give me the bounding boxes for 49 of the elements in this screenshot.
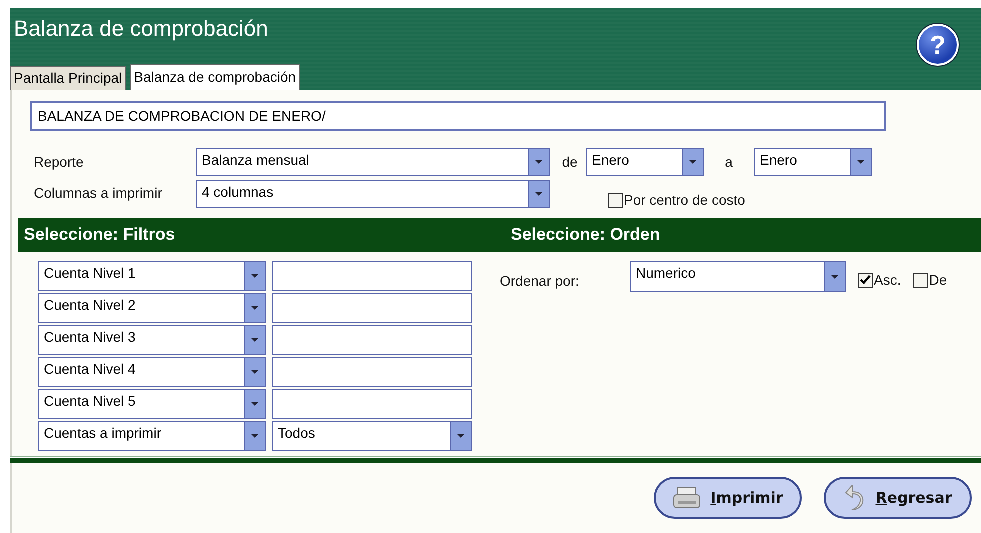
dropdown[interactable]: Balanza mensual (196, 148, 550, 176)
filter-dropdown[interactable]: Cuenta Nivel 3 (38, 325, 266, 355)
section-title: Seleccione: Filtros (23, 225, 176, 245)
columns-label: Columnas a imprimir (34, 184, 164, 201)
filter-dropdown[interactable]: Cuenta Nivel 5 (38, 389, 266, 419)
tab[interactable]: Pantalla Principal (10, 66, 126, 90)
printer-icon (672, 487, 701, 509)
caret-icon (251, 370, 259, 374)
order-label: Ordenar por: (500, 273, 580, 289)
caret-icon (457, 434, 465, 438)
dropdown[interactable]: Enero (586, 148, 704, 176)
caret-icon (251, 274, 259, 278)
caret-icon (535, 192, 543, 196)
filter-dropdown[interactable]: Cuenta Nivel 2 (38, 293, 266, 323)
checkbox[interactable]: Asc. (858, 272, 902, 288)
filter-input[interactable] (272, 261, 472, 291)
description-field[interactable]: BALANZA DE COMPROBACION DE ENERO/ (30, 101, 886, 131)
caret-icon (251, 434, 259, 438)
filter-dropdown[interactable]: Cuenta Nivel 1 (38, 261, 266, 291)
caret-icon (831, 274, 839, 278)
caret-icon (251, 306, 259, 310)
caret-icon (251, 338, 259, 342)
dropdown[interactable]: Numerico (630, 261, 846, 292)
checkbox[interactable]: De (913, 272, 948, 288)
caret-icon (535, 160, 543, 164)
checkmark-icon (860, 275, 871, 285)
section-title: Seleccione: Orden (510, 225, 660, 245)
to-label: a (724, 154, 734, 170)
dropdown[interactable]: 4 columnas (196, 180, 550, 208)
filter-input[interactable] (272, 325, 472, 355)
report-label: Reporte (34, 154, 85, 170)
filter-input[interactable] (272, 293, 472, 323)
caret-icon (689, 160, 697, 164)
from-label: de (561, 154, 579, 170)
window-title: Balanza de comprobación (13, 15, 268, 42)
filter-input[interactable] (272, 389, 472, 419)
back-button[interactable]: Regresar (824, 477, 972, 519)
return-arrow-icon (844, 484, 866, 512)
filter-input[interactable] (272, 357, 472, 387)
dropdown[interactable]: Enero (754, 148, 872, 176)
caret-icon (251, 402, 259, 406)
checkbox[interactable]: Por centro de costo (608, 192, 746, 208)
tab[interactable]: Balanza de comprobación (130, 64, 300, 90)
filter-dropdown[interactable]: Cuenta Nivel 4 (38, 357, 266, 387)
print-button[interactable]: Imprimir (654, 477, 802, 519)
caret-icon (857, 160, 865, 164)
filter-dropdown[interactable]: Cuentas a imprimir (38, 421, 266, 451)
dropdown[interactable]: Todos (272, 421, 472, 451)
help-button[interactable]: ? (917, 24, 959, 66)
